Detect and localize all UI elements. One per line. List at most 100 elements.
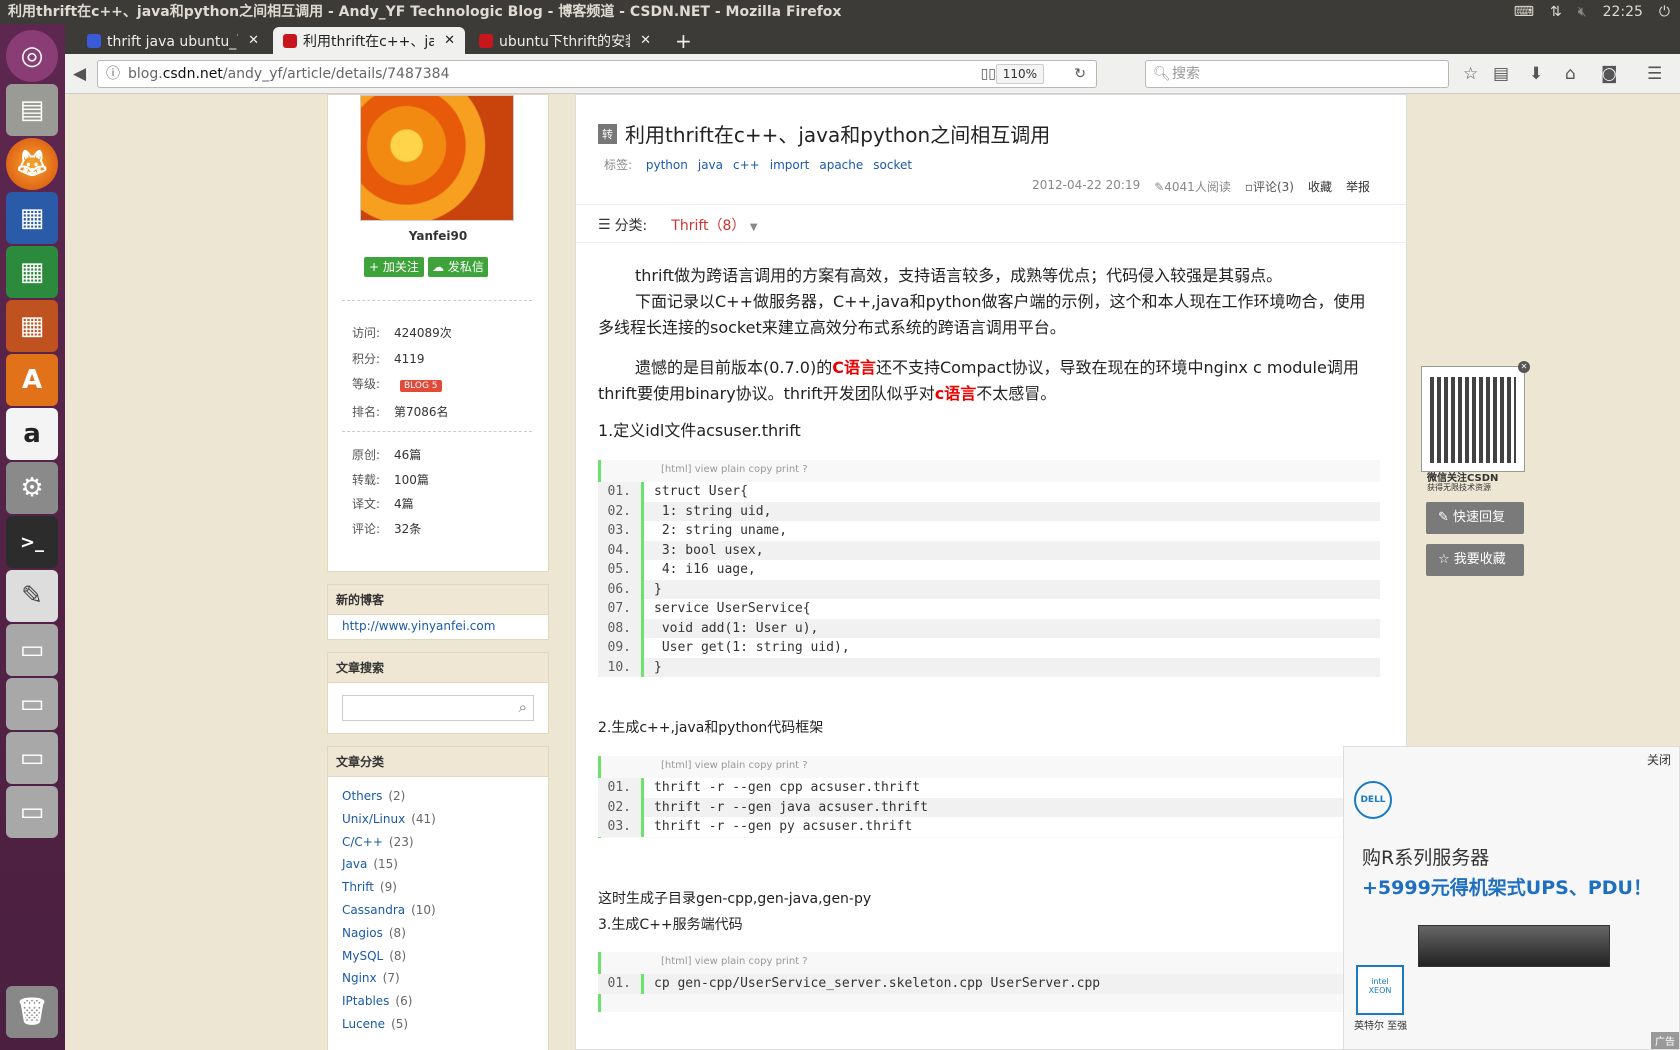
- category-item[interactable]: IPtables (6): [342, 990, 534, 1013]
- category-name[interactable]: Unix/Linux: [342, 812, 405, 826]
- close-icon[interactable]: ✕: [1518, 361, 1530, 373]
- category-count: (41): [411, 811, 436, 826]
- category-item[interactable]: MySQL (8): [342, 945, 534, 968]
- message-button[interactable]: ☁ 发私信: [428, 257, 488, 277]
- favorite-button[interactable]: ☆ 我要收藏: [1426, 544, 1524, 576]
- info-icon[interactable]: ⓘ: [106, 61, 120, 87]
- quick-reply-button[interactable]: ✎ 快速回复: [1426, 502, 1524, 534]
- writer-icon[interactable]: ▦: [6, 192, 58, 244]
- tag-link[interactable]: socket: [873, 158, 912, 172]
- category-item[interactable]: Cassandra (10): [342, 899, 534, 922]
- category-name[interactable]: C/C++: [342, 835, 383, 849]
- close-icon[interactable]: ✕: [248, 33, 259, 48]
- tag-link[interactable]: java: [698, 158, 723, 172]
- terminal-icon[interactable]: >_: [6, 516, 58, 568]
- calc-icon[interactable]: ▦: [6, 246, 58, 298]
- category-name[interactable]: Nagios: [342, 926, 383, 940]
- tab-csdn-active[interactable]: 利用thrift在c++、java和 ✕: [273, 27, 465, 54]
- category-item[interactable]: Lucene (5): [342, 1013, 534, 1036]
- impress-icon[interactable]: ▦: [6, 300, 58, 352]
- category-name[interactable]: Java: [342, 857, 367, 871]
- report-link[interactable]: 举报: [1346, 178, 1370, 195]
- trash-icon[interactable]: 🗑︎: [6, 986, 58, 1038]
- category-item[interactable]: Nginx (7): [342, 967, 534, 990]
- menu-icon[interactable]: ☰: [1647, 64, 1662, 84]
- zoom-indicator[interactable]: 110%: [995, 64, 1044, 84]
- count-row: 译文: 4篇: [352, 492, 429, 517]
- comments-link[interactable]: ▫评论(3): [1245, 178, 1294, 195]
- software-center-icon[interactable]: A: [6, 354, 58, 406]
- files-icon[interactable]: ▤: [6, 84, 58, 136]
- drive-icon[interactable]: ▭: [6, 678, 58, 730]
- drive-icon[interactable]: ▭: [6, 624, 58, 676]
- category-item[interactable]: Java (15): [342, 853, 534, 876]
- reading-list-icon[interactable]: ▤: [1493, 64, 1509, 84]
- firefox-icon[interactable]: 🦊︎: [6, 138, 58, 190]
- reload-icon[interactable]: ↻: [1074, 61, 1086, 87]
- category-item[interactable]: C/C++ (23): [342, 831, 534, 854]
- url-bar[interactable]: ⓘ blog.csdn.net/andy_yf/article/details/…: [97, 60, 1097, 88]
- category-name[interactable]: Lucene: [342, 1017, 385, 1031]
- back-icon[interactable]: ◀: [73, 64, 86, 84]
- bookmark-star-icon[interactable]: ☆: [1463, 64, 1478, 84]
- advertisement-popup[interactable]: 关闭 DELL 购R系列服务器 +5999元得机架式UPS、PDU！ intel…: [1343, 746, 1680, 1050]
- category-item[interactable]: Others (2): [342, 785, 534, 808]
- code-toolbar[interactable]: [html] view plain copy print ?: [601, 756, 1380, 778]
- keyboard-icon[interactable]: ⌨: [1514, 0, 1534, 24]
- ad-close-button[interactable]: 关闭: [1647, 751, 1671, 768]
- drive-icon[interactable]: ▭: [6, 786, 58, 838]
- tab-ubuntu-thrift[interactable]: ubuntu下thrift的安装 ✕: [469, 27, 661, 54]
- stat-key: 积分:: [352, 351, 381, 366]
- chevron-down-icon: ▼: [749, 222, 758, 233]
- tag-link[interactable]: python: [646, 158, 688, 172]
- system-settings-icon[interactable]: ⚙: [6, 462, 58, 514]
- close-icon[interactable]: ✕: [444, 33, 455, 48]
- reader-view-icon[interactable]: ▯▯: [981, 61, 996, 87]
- new-blog-box: 新的博客 http://www.yinyanfei.com: [327, 584, 549, 640]
- follow-button[interactable]: + 加关注: [364, 257, 424, 277]
- category-item[interactable]: Thrift (9): [342, 876, 534, 899]
- new-tab-button[interactable]: +: [665, 27, 695, 54]
- close-icon[interactable]: ✕: [640, 33, 651, 48]
- tag-link[interactable]: c++: [733, 158, 760, 172]
- username[interactable]: Yanfei90: [328, 229, 548, 243]
- category-row: ☰ 分类: Thrift（8） ▼: [598, 215, 758, 235]
- c-language-link[interactable]: c语言: [935, 384, 977, 403]
- category-count: (6): [395, 994, 413, 1009]
- tag-link[interactable]: import: [770, 158, 810, 172]
- tag-link[interactable]: apache: [819, 158, 863, 172]
- amazon-icon[interactable]: a: [6, 408, 58, 460]
- ubuntu-dash-icon[interactable]: ◎: [6, 30, 58, 82]
- network-icon[interactable]: ⇅: [1550, 0, 1562, 24]
- divider: [342, 431, 532, 432]
- tab-baidu[interactable]: thrift java ubuntu_百度 ✕: [77, 27, 269, 54]
- search-icon[interactable]: ⌕: [519, 698, 527, 716]
- category-count: (23): [388, 834, 414, 849]
- category-name[interactable]: Nginx: [342, 971, 377, 985]
- c-language-link[interactable]: C语言: [832, 358, 876, 377]
- home-icon[interactable]: ⌂: [1565, 64, 1576, 84]
- drive-icon[interactable]: ▭: [6, 732, 58, 784]
- category-item[interactable]: Unix/Linux (41): [342, 808, 534, 831]
- pocket-icon[interactable]: ◙: [1601, 64, 1618, 84]
- category-item[interactable]: Nagios (8): [342, 922, 534, 945]
- category-name[interactable]: IPtables: [342, 994, 389, 1008]
- code-toolbar[interactable]: [html] view plain copy print ?: [601, 952, 1380, 974]
- category-name[interactable]: MySQL: [342, 949, 383, 963]
- code-toolbar[interactable]: [html] view plain copy print ?: [601, 460, 1380, 482]
- text-editor-icon[interactable]: ✎: [6, 570, 58, 622]
- avatar[interactable]: [360, 95, 514, 221]
- download-icon[interactable]: ⬇: [1529, 64, 1543, 84]
- article-search-input[interactable]: ⌕: [342, 695, 534, 721]
- category-name[interactable]: Thrift: [342, 880, 374, 894]
- search-input[interactable]: 🔍︎ 搜索: [1145, 60, 1449, 88]
- category-name[interactable]: Others: [342, 789, 382, 803]
- favorite-link[interactable]: 收藏: [1308, 178, 1332, 195]
- settings-icon[interactable]: ⏻: [1659, 0, 1670, 24]
- qr-code-widget[interactable]: ✕: [1421, 361, 1530, 472]
- category-name[interactable]: Cassandra: [342, 903, 405, 917]
- clock[interactable]: 22:25: [1603, 0, 1643, 24]
- new-blog-link[interactable]: http://www.yinyanfei.com: [328, 615, 548, 637]
- volume-mute-icon[interactable]: 🔇︎: [1578, 0, 1587, 24]
- category-dropdown[interactable]: Thrift（8） ▼: [671, 215, 757, 235]
